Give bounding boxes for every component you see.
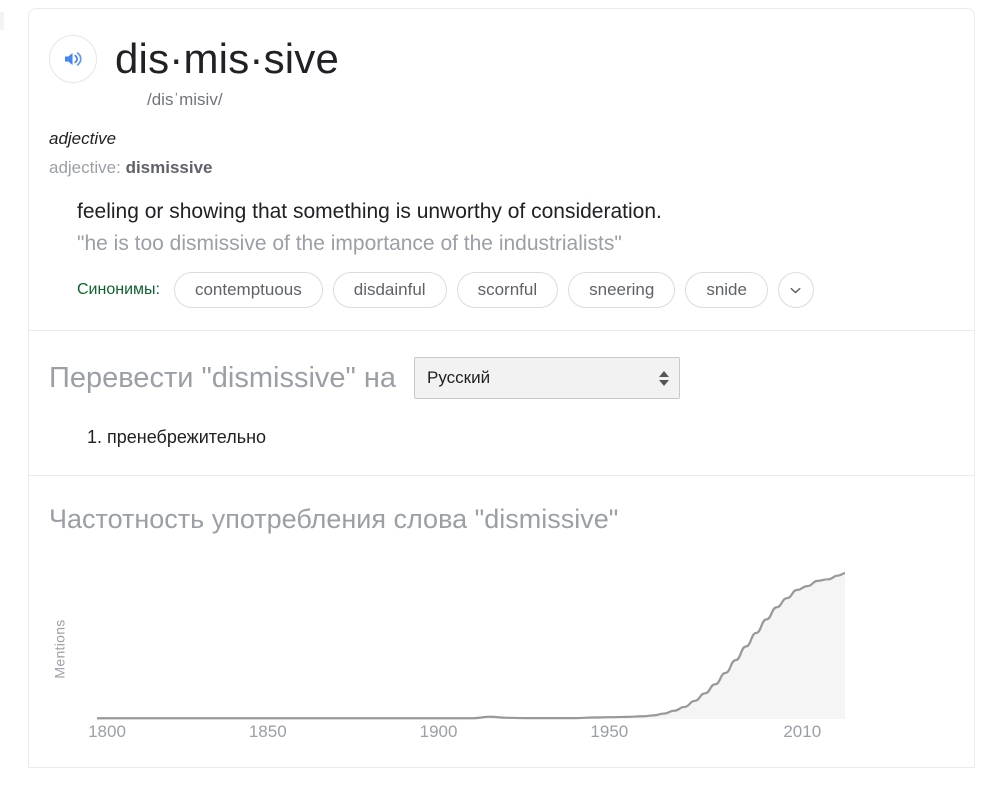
page-title: dis·mis·sive [115, 35, 340, 82]
definition-section: dis·mis·sive /disˈmisiv/ adjective adjec… [29, 9, 974, 308]
translation-item: 1. пренебрежительно [87, 427, 267, 447]
speaker-icon[interactable] [49, 35, 97, 83]
dictionary-card: dis·mis·sive /disˈmisiv/ adjective adjec… [28, 8, 975, 768]
frequency-chart-title: Частотность употребления слова "dismissi… [49, 504, 619, 534]
chart-x-axis-ticks: 1800 1850 1900 1950 2010 [88, 722, 845, 748]
synonyms-row: Синонимы: contemptuous disdainful scornf… [77, 272, 974, 308]
chart-x-tick: 2010 [783, 722, 822, 741]
chart-y-axis-label: Mentions [49, 594, 71, 704]
headword-row: dis·mis·sive [29, 35, 974, 83]
translate-header-row: Перевести "dismissive" на Русский [49, 357, 974, 399]
definition-block: feeling or showing that something is unw… [77, 198, 974, 258]
part-of-speech-detail: adjective: dismissive [49, 156, 974, 180]
chart-x-tick: 1950 [590, 722, 629, 741]
part-of-speech-word: dismissive [125, 158, 213, 177]
translate-title: Перевести "dismissive" на [49, 362, 397, 394]
frequency-chart: Mentions 1800 1850 1900 1950 2010 [49, 564, 849, 749]
translate-section: Перевести "dismissive" на Русский 1. пре… [29, 331, 974, 475]
definition-text: feeling or showing that something is unw… [77, 200, 662, 223]
synonym-chip[interactable]: scornful [456, 272, 559, 308]
language-select[interactable]: Русский [414, 357, 681, 399]
chart-x-tick: 1900 [419, 722, 458, 741]
chart-x-tick: 1800 [88, 722, 126, 741]
example-sentence: "he is too dismissive of the importance … [77, 232, 622, 255]
synonym-chip[interactable]: sneering [568, 272, 676, 308]
chart-y-axis-label-text: Mentions [52, 619, 68, 679]
page-root: dis·mis·sive /disˈmisiv/ adjective adjec… [0, 0, 1002, 792]
synonyms-label: Синонимы: [77, 281, 160, 298]
page-left-edge-artifact [0, 12, 4, 30]
part-of-speech-prefix: adjective: [49, 158, 121, 177]
chart-x-tick: 1850 [248, 722, 287, 741]
frequency-section: Частотность употребления слова "dismissi… [29, 476, 974, 767]
synonym-chip[interactable]: snide [685, 272, 768, 308]
synonym-chip[interactable]: contemptuous [173, 272, 323, 308]
part-of-speech: adjective [49, 129, 117, 148]
phonetic-transcription: /disˈmisiv/ [147, 90, 223, 109]
chart-plot-area [97, 564, 845, 721]
chevron-down-icon[interactable] [777, 272, 814, 308]
up-down-arrows-icon [659, 370, 670, 386]
synonym-chip[interactable]: disdainful [332, 272, 447, 308]
language-select-value: Русский [427, 368, 491, 387]
